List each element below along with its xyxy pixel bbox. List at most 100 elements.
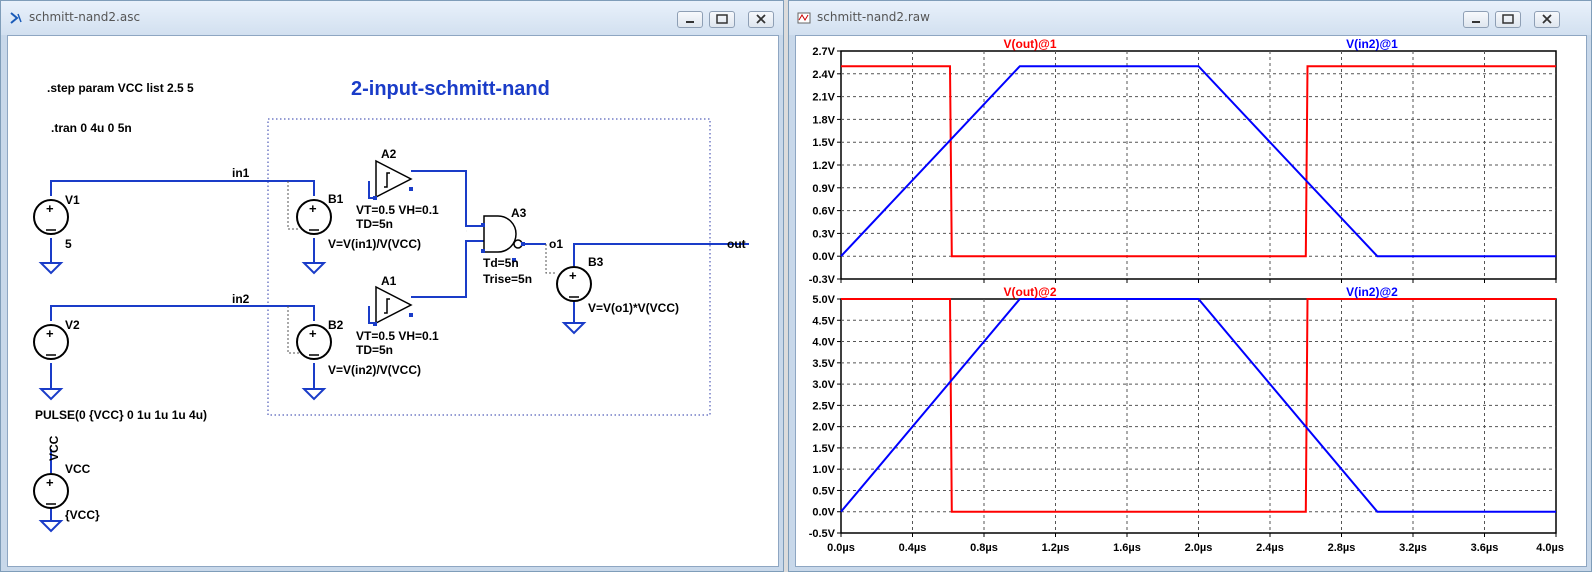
maximize-button[interactable]: [1495, 11, 1521, 28]
y-tick-label: 1.2V: [812, 160, 835, 172]
wires: [50, 170, 749, 521]
close-button[interactable]: [1534, 11, 1560, 28]
svg-text:+: +: [569, 268, 577, 283]
y-tick-label: 0.6V: [812, 206, 835, 218]
net-label-o1: o1: [549, 237, 563, 251]
waveform-plot[interactable]: 2.7V 2.4V 2.1V 1.8V 1.5V 1.2V 0.9V 0.6V 0.3V 0.0V…: [796, 36, 1586, 566]
b1-expr[interactable]: V=V(in1)/V(VCC): [328, 237, 421, 251]
svg-text:+: +: [309, 326, 317, 341]
a1-params[interactable]: VT=0.5 VH=0.1: [356, 329, 439, 343]
x-tick-label: 3.6µs: [1471, 542, 1499, 554]
tran-directive[interactable]: .tran 0 4u 0 5n: [51, 121, 132, 135]
x-tick-label: 0.0µs: [827, 542, 855, 554]
a3-td[interactable]: Td=5n: [483, 256, 519, 270]
waveform-titlebar[interactable]: schmitt-nand2.raw: [789, 1, 1591, 35]
y-tick-label: 4.0V: [812, 337, 835, 349]
x-tick-label: 4.0µs: [1536, 542, 1564, 554]
ground-icon: [38, 262, 64, 275]
b3-expr[interactable]: V=V(o1)*V(VCC): [588, 301, 679, 315]
gate-a1[interactable]: [373, 285, 413, 326]
waveform-pane-1[interactable]: 2.7V 2.4V 2.1V 1.8V 1.5V 1.2V 0.9V 0.6V 0.3V 0.0V…: [809, 37, 1557, 286]
ground-icon: [561, 322, 587, 335]
close-icon: [1542, 14, 1552, 24]
b3-name: B3: [588, 255, 604, 269]
source-v1[interactable]: +: [33, 199, 69, 235]
waveform-viewer[interactable]: 2.7V 2.4V 2.1V 1.8V 1.5V 1.2V 0.9V 0.6V 0.3V 0.0V…: [795, 35, 1587, 567]
a2-params[interactable]: VT=0.5 VH=0.1: [356, 203, 439, 217]
wire-a2-out: [411, 170, 484, 227]
y-tick-label: 0.0V: [812, 251, 835, 263]
a1-td[interactable]: TD=5n: [356, 343, 393, 357]
wire-in2: [50, 305, 288, 321]
ground-icon: [301, 388, 327, 401]
y-tick-label: 2.4V: [812, 69, 835, 81]
y-tick-label: -0.3V: [809, 274, 836, 286]
gate-a2[interactable]: [373, 159, 413, 200]
source-b2[interactable]: +: [296, 324, 332, 360]
source-vcc[interactable]: +: [33, 473, 69, 509]
source-b1[interactable]: +: [296, 199, 332, 235]
ground-icon: [301, 262, 327, 275]
close-icon: [756, 14, 766, 24]
v2-value[interactable]: PULSE(0 {VCC} 0 1u 1u 1u 4u): [35, 408, 207, 422]
schematic-window: schmitt-nand2.asc 2-input-schmitt-nand .…: [0, 0, 784, 572]
y-tick-label: 2.7V: [812, 46, 835, 58]
net-label-out: out: [727, 237, 746, 251]
x-tick-label: 0.8µs: [970, 542, 998, 554]
close-button[interactable]: [748, 11, 774, 28]
minimize-button[interactable]: [677, 11, 703, 28]
x-tick-label: 2.0µs: [1185, 542, 1213, 554]
ground-icon: [38, 520, 64, 533]
trace-label-in2[interactable]: V(in2)@2: [1346, 285, 1398, 299]
waveform-app-icon: [797, 12, 811, 24]
trace-label-out[interactable]: V(out)@1: [1003, 37, 1056, 51]
v2-name: V2: [65, 318, 80, 332]
svg-text:+: +: [309, 201, 317, 216]
wire-in1: [50, 180, 288, 196]
maximize-icon: [1502, 14, 1514, 24]
y-tick-label: 0.9V: [812, 183, 835, 195]
waveform-pane-2[interactable]: 5.0V 4.5V 4.0V 3.5V 3.0V 2.5V 2.0V 1.5V 1.0V 0.5V…: [809, 285, 1557, 540]
y-tick-label: 0.5V: [812, 485, 835, 497]
y-tick-label: 0.0V: [812, 507, 835, 519]
schematic-canvas[interactable]: 2-input-schmitt-nand .step param VCC lis…: [7, 35, 779, 567]
schematic-app-icon: [10, 12, 22, 24]
x-tick-label: 2.8µs: [1328, 542, 1356, 554]
v1-value[interactable]: 5: [65, 237, 72, 251]
y-tick-label: 2.5V: [812, 400, 835, 412]
vcc-source-value[interactable]: {VCC}: [65, 508, 100, 522]
x-axis-labels: 0.0µs 0.4µs 0.8µs 1.2µs 1.6µs 2.0µs 2.4µs 2.8µs…: [827, 542, 1564, 554]
y-tick-label: -0.5V: [809, 528, 836, 540]
waveform-window: schmitt-nand2.raw 2.7V 2.4V 2.1V 1.8V 1.5V 1.…: [788, 0, 1592, 572]
trace-label-out[interactable]: V(out)@2: [1003, 285, 1056, 299]
minimize-button[interactable]: [1463, 11, 1489, 28]
source-b3[interactable]: +: [556, 266, 592, 302]
y-tick-label: 4.5V: [812, 315, 835, 327]
maximize-button[interactable]: [709, 11, 735, 28]
a2-name: A2: [381, 147, 397, 161]
ground-icon: [38, 388, 64, 401]
y-tick-label: 1.8V: [812, 114, 835, 126]
x-tick-label: 2.4µs: [1256, 542, 1284, 554]
a3-trise[interactable]: Trise=5n: [483, 272, 532, 286]
trace-label-in2[interactable]: V(in2)@1: [1346, 37, 1398, 51]
x-tick-label: 0.4µs: [899, 542, 927, 554]
wire-a1-in: [368, 306, 376, 324]
net-label-in1: in1: [232, 166, 250, 180]
waveform-window-title: schmitt-nand2.raw: [817, 10, 930, 24]
step-directive[interactable]: .step param VCC list 2.5 5: [47, 81, 194, 95]
b2-expr[interactable]: V=V(in2)/V(VCC): [328, 363, 421, 377]
b1-name: B1: [328, 192, 344, 206]
y-tick-label: 2.1V: [812, 92, 835, 104]
maximize-icon: [716, 14, 728, 24]
b2-name: B2: [328, 318, 344, 332]
schematic-titlebar[interactable]: schmitt-nand2.asc: [1, 1, 783, 35]
source-v2[interactable]: +: [33, 324, 69, 360]
wire-b1-plus: [288, 180, 315, 196]
a2-td[interactable]: TD=5n: [356, 217, 393, 231]
y-tick-label: 5.0V: [812, 294, 835, 306]
svg-text:+: +: [46, 326, 54, 341]
y-tick-label: 1.5V: [812, 443, 835, 455]
svg-text:+: +: [46, 475, 54, 490]
svg-text:+: +: [46, 201, 54, 216]
